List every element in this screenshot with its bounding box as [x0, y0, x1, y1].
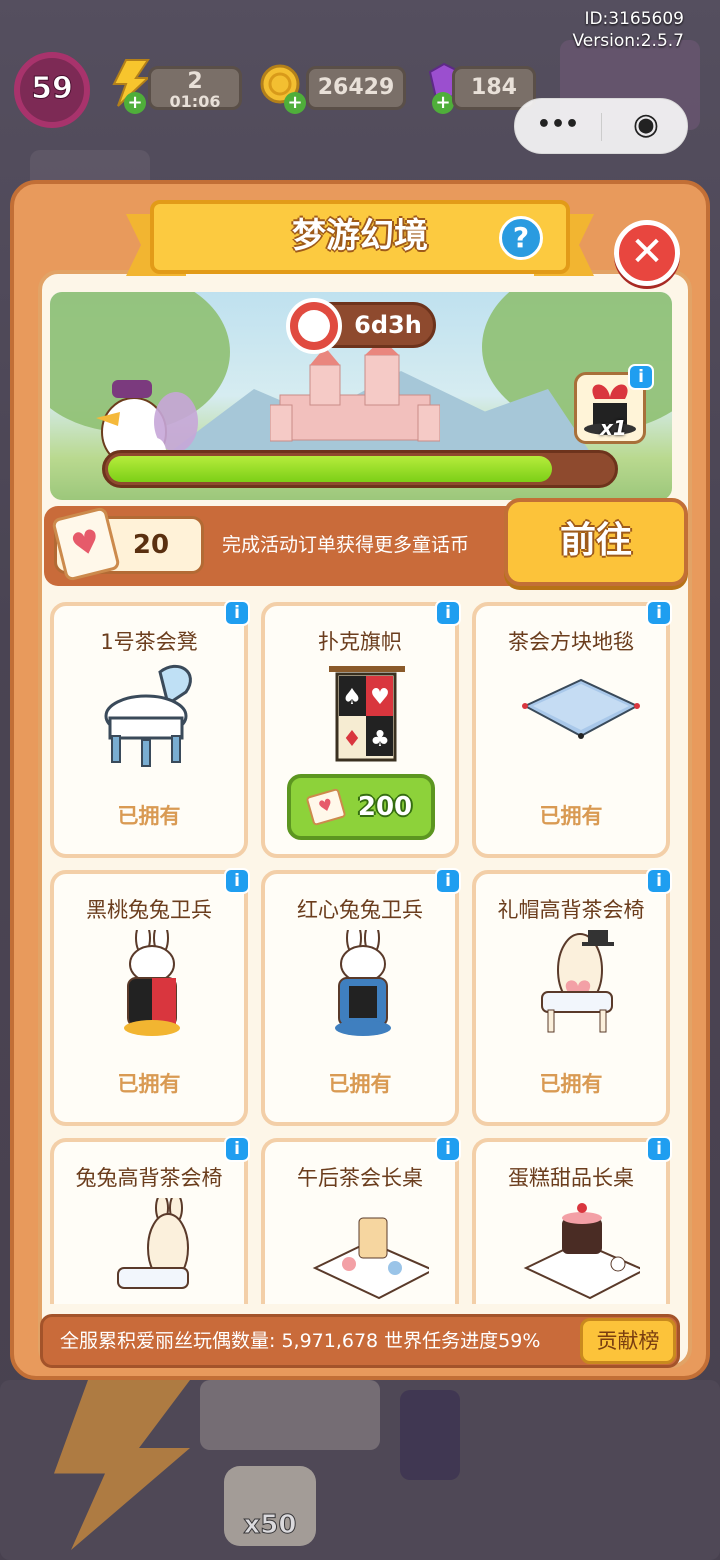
reward-quantity: x1 [600, 416, 627, 440]
energy-value: 2 [187, 69, 203, 94]
heart-card-icon: ♥ [305, 787, 347, 827]
close-button[interactable]: ✕ [614, 220, 680, 286]
bottom-item-count: x50 [243, 1510, 297, 1541]
player-id: ID:3165609 [584, 9, 684, 29]
tea-carpet-image [522, 678, 640, 739]
owned-status: 已拥有 [539, 1072, 603, 1096]
svg-text:♥: ♥ [370, 685, 390, 710]
contribution-rank-button[interactable]: 贡献榜 [580, 1318, 676, 1364]
item-card[interactable]: 红心兔兔卫兵 已拥有 [261, 870, 459, 1126]
item-info-icon[interactable]: i [224, 868, 250, 894]
coin-plus-icon[interactable]: + [284, 92, 306, 114]
level-badge[interactable]: 59 [14, 52, 90, 128]
item-name: 黑桃兔兔卫兵 [86, 898, 212, 922]
owned-status: 已拥有 [539, 804, 603, 828]
clock-icon [286, 298, 342, 354]
owned-status: 已拥有 [117, 1072, 181, 1096]
castle-image [270, 345, 440, 442]
level-value: 59 [31, 71, 74, 107]
cake-dessert-table-image [523, 1203, 640, 1300]
item-card[interactable]: 蛋糕甜品长桌 [472, 1138, 670, 1304]
capsule-divider [601, 113, 602, 141]
item-name: 1号茶会凳 [100, 630, 198, 654]
item-name: 茶会方块地毯 [508, 630, 634, 654]
svg-text:♠: ♠ [342, 685, 362, 710]
item-info-icon[interactable]: i [224, 600, 250, 626]
event-progress-fill [108, 456, 552, 482]
item-card[interactable]: 1号茶会凳 已拥有 [50, 602, 248, 858]
svg-text:♣: ♣ [370, 727, 390, 752]
spade-bunny-guard-image [124, 930, 180, 1036]
item-name: 红心兔兔卫兵 [297, 898, 423, 922]
item-name: 扑克旗帜 [318, 630, 402, 654]
bunny-chair-image [117, 1198, 189, 1289]
goto-button[interactable]: 前往 [504, 498, 688, 586]
tea-stool-image [104, 665, 192, 767]
svg-text:♦: ♦ [342, 727, 362, 752]
reward-info-icon[interactable]: i [628, 364, 654, 390]
item-card[interactable]: 兔兔高背茶会椅 [50, 1138, 248, 1304]
item-info-icon[interactable]: i [435, 868, 461, 894]
help-button[interactable]: ? [499, 216, 543, 260]
item-info-icon[interactable]: i [435, 600, 461, 626]
item-name: 兔兔高背茶会椅 [75, 1166, 223, 1190]
top-hat-chair-image [541, 930, 614, 1033]
fairy-coin-amount: 20 [132, 530, 170, 560]
bottom-item-button[interactable]: x50 [224, 1466, 316, 1546]
item-info-icon[interactable]: i [646, 868, 672, 894]
coin-counter: 26429 [306, 66, 406, 110]
miniprogram-capsule: ••• ◉ [514, 98, 688, 154]
item-info-icon[interactable]: i [646, 1136, 672, 1162]
energy-counter: 2 01:06 [148, 66, 242, 111]
energy-plus-icon[interactable]: + [124, 92, 146, 114]
item-price: 200 [357, 792, 413, 822]
item-card[interactable]: 礼帽高背茶会椅 已拥有 [472, 870, 670, 1126]
item-name: 午后茶会长桌 [297, 1166, 423, 1190]
world-progress-text: 全服累积爱丽丝玩偶数量: 5,971,678 世界任务进度59% [60, 1330, 541, 1352]
currency-tip: 完成活动订单获得更多童话币 [222, 534, 470, 556]
owned-status: 已拥有 [117, 804, 181, 828]
tea-long-table-image [312, 1217, 429, 1300]
item-info-icon[interactable]: i [435, 1136, 461, 1162]
heart-bunny-guard-image [335, 930, 391, 1036]
item-card[interactable]: 黑桃兔兔卫兵 已拥有 [50, 870, 248, 1126]
item-info-icon[interactable]: i [224, 1136, 250, 1162]
capsule-close-button[interactable]: ◉ [603, 99, 689, 153]
item-card[interactable]: 茶会方块地毯 已拥有 [472, 602, 670, 858]
id-version-label: ID:3165609 Version:2.5.7 [573, 8, 685, 52]
item-info-icon[interactable]: i [646, 600, 672, 626]
gem-plus-icon[interactable]: + [432, 92, 454, 114]
item-name: 礼帽高背茶会椅 [497, 898, 645, 922]
version-text: Version:2.5.7 [572, 31, 685, 51]
more-options-button[interactable]: ••• [515, 99, 601, 153]
energy-timer: 01:06 [169, 92, 221, 111]
item-card[interactable]: 午后茶会长桌 [261, 1138, 459, 1304]
poker-banner-image: ♠ ♦ ♥ ♣ [329, 666, 405, 762]
item-card[interactable]: 扑克旗帜 ♠ ♦ ♥ ♣ ♥ 200 [261, 602, 459, 858]
owned-status: 已拥有 [328, 1072, 392, 1096]
item-name: 蛋糕甜品长桌 [508, 1166, 634, 1190]
buy-button[interactable]: ♥ 200 [287, 774, 435, 840]
event-timer: 6d3h [354, 311, 422, 339]
